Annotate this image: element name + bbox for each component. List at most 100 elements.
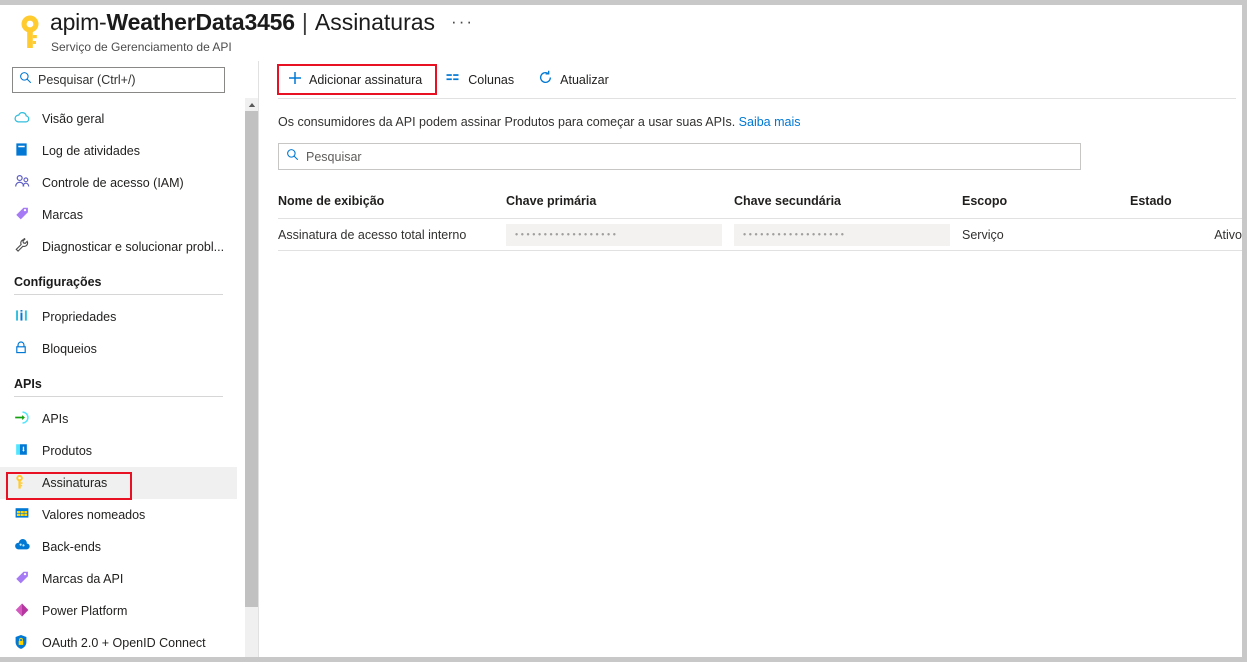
activity-log-icon bbox=[14, 142, 36, 160]
add-subscription-label: Adicionar assinatura bbox=[309, 73, 423, 87]
resource-type-subtitle: Serviço de Gerenciamento de API bbox=[51, 40, 232, 54]
subscriptions-table: Nome de exibição Chave primária Chave se… bbox=[278, 190, 1242, 251]
cell-state: Ativo bbox=[1130, 218, 1242, 251]
sidebar-item-propriedades[interactable]: Propriedades bbox=[0, 301, 237, 333]
column-header-secondary[interactable]: Chave secundária bbox=[734, 190, 962, 219]
cell-primary-key: •••••••••••••••••• bbox=[506, 218, 734, 251]
sidebar-item-label: Diagnosticar e solucionar probl... bbox=[42, 240, 225, 254]
description-body: Os consumidores da API podem assinar Pro… bbox=[278, 115, 736, 129]
table-header-row: Nome de exibição Chave primária Chave se… bbox=[278, 190, 1242, 219]
learn-more-link[interactable]: Saiba mais bbox=[739, 115, 801, 129]
sidebar-gutter bbox=[237, 98, 245, 657]
backend-cloud-icon bbox=[14, 538, 36, 556]
sidebar-search-wrap bbox=[0, 61, 237, 93]
wrench-icon bbox=[14, 237, 36, 256]
blade-sidebar: « Visão geral Log de atividades bbox=[0, 61, 237, 657]
sidebar-divider bbox=[14, 396, 223, 397]
sidebar-item-label: Visão geral bbox=[42, 112, 105, 126]
title-separator: | bbox=[301, 9, 308, 35]
sidebar-item-label: Marcas da API bbox=[42, 572, 124, 586]
sidebar-item-controle-de-acesso[interactable]: Controle de acesso (IAM) bbox=[0, 167, 237, 199]
refresh-button[interactable]: Atualizar bbox=[529, 66, 618, 94]
sidebar-item-valores-nomeados[interactable]: Valores nomeados bbox=[0, 499, 237, 531]
plus-icon bbox=[288, 71, 302, 90]
sidebar-item-label: APIs bbox=[42, 412, 69, 426]
description-text: Os consumidores da API podem assinar Pro… bbox=[259, 99, 1242, 129]
sidebar-item-label: Marcas bbox=[42, 208, 83, 222]
power-platform-icon bbox=[14, 602, 36, 620]
sidebar-item-marcas[interactable]: Marcas bbox=[0, 199, 237, 231]
filter-search-box[interactable] bbox=[278, 143, 1081, 170]
search-icon bbox=[19, 71, 32, 89]
scrollbar-thumb[interactable] bbox=[245, 111, 258, 607]
sidebar-item-diagnosticar[interactable]: Diagnosticar e solucionar probl... bbox=[0, 231, 237, 263]
shield-lock-icon bbox=[14, 634, 36, 652]
columns-button[interactable]: Colunas bbox=[437, 66, 523, 94]
sidebar-group-title-configuracoes: Configurações bbox=[14, 275, 102, 289]
sidebar-item-visao-geral[interactable]: Visão geral bbox=[0, 103, 237, 135]
resource-name: WeatherData3456 bbox=[106, 9, 296, 35]
key-icon bbox=[14, 474, 36, 492]
column-header-scope[interactable]: Escopo bbox=[962, 190, 1130, 219]
sidebar-item-label: Power Platform bbox=[42, 604, 128, 618]
cell-secondary-key: •••••••••••••••••• bbox=[734, 218, 962, 251]
blade-name: Assinaturas bbox=[314, 9, 436, 35]
masked-dots: •••••••••••••••••• bbox=[743, 229, 847, 239]
column-header-primary[interactable]: Chave primária bbox=[506, 190, 734, 219]
sidebar-item-oauth-openid[interactable]: OAuth 2.0 + OpenID Connect bbox=[0, 627, 237, 657]
sidebar-item-label: Bloqueios bbox=[42, 342, 97, 356]
command-bar-underline bbox=[278, 98, 1236, 99]
blade-content: Adicionar assinatura Colunas Atualizar O… bbox=[259, 61, 1242, 657]
column-header-name[interactable]: Nome de exibição bbox=[278, 190, 506, 219]
search-icon bbox=[286, 148, 299, 166]
sidebar-item-label: Produtos bbox=[42, 444, 93, 458]
more-menu-button[interactable]: ··· bbox=[451, 13, 474, 30]
cell-display-name: Assinatura de acesso total interno bbox=[278, 218, 506, 251]
search-input[interactable] bbox=[38, 73, 218, 87]
columns-icon bbox=[446, 71, 461, 89]
sidebar-search-box[interactable] bbox=[12, 67, 225, 93]
cloud-icon bbox=[14, 110, 36, 128]
sidebar-item-label: Valores nomeados bbox=[42, 508, 146, 522]
masked-primary-key[interactable]: •••••••••••••••••• bbox=[506, 223, 722, 246]
sidebar-item-bloqueios[interactable]: Bloqueios bbox=[0, 333, 237, 365]
lock-icon bbox=[14, 340, 36, 358]
column-header-state[interactable]: Estado bbox=[1130, 190, 1242, 219]
sidebar-item-marcas-da-api[interactable]: Marcas da API bbox=[0, 563, 237, 595]
refresh-label: Atualizar bbox=[560, 73, 609, 87]
masked-dots: •••••••••••••••••• bbox=[515, 229, 619, 239]
cell-scope: Serviço bbox=[962, 218, 1130, 251]
apis-icon bbox=[14, 410, 36, 428]
sidebar-item-assinaturas[interactable]: Assinaturas bbox=[0, 467, 237, 499]
sidebar-item-label: Controle de acesso (IAM) bbox=[42, 176, 184, 190]
table-row[interactable]: Assinatura de acesso total interno •••••… bbox=[278, 218, 1242, 251]
products-icon bbox=[14, 442, 36, 460]
refresh-icon bbox=[538, 70, 553, 90]
azure-portal-blade: apim-WeatherData3456 | Assinaturas ··· S… bbox=[0, 0, 1247, 662]
sidebar-item-power-platform[interactable]: Power Platform bbox=[0, 595, 237, 627]
masked-secondary-key[interactable]: •••••••••••••••••• bbox=[734, 223, 950, 246]
add-subscription-button[interactable]: Adicionar assinatura bbox=[279, 66, 431, 94]
resource-name-prefix: apim- bbox=[50, 9, 107, 35]
tag-icon bbox=[14, 206, 36, 224]
sidebar-item-produtos[interactable]: Produtos bbox=[0, 435, 237, 467]
sidebar-item-log-de-atividades[interactable]: Log de atividades bbox=[0, 135, 237, 167]
access-control-icon bbox=[14, 174, 36, 192]
properties-icon bbox=[14, 308, 36, 326]
sidebar-group-title-apis: APIs bbox=[14, 377, 42, 391]
sidebar-item-label: Assinaturas bbox=[42, 476, 108, 490]
sidebar-item-back-ends[interactable]: Back-ends bbox=[0, 531, 237, 563]
sidebar-nav: Visão geral Log de atividades Controle d… bbox=[0, 103, 237, 657]
filter-input[interactable] bbox=[306, 149, 1073, 164]
sidebar-item-label: OAuth 2.0 + OpenID Connect bbox=[42, 636, 206, 650]
filter-wrap bbox=[259, 129, 1242, 170]
sidebar-item-label: Back-ends bbox=[42, 540, 102, 554]
sidebar-item-apis[interactable]: APIs bbox=[0, 403, 237, 435]
scroll-up-arrow-icon[interactable] bbox=[245, 99, 258, 110]
sidebar-divider bbox=[14, 294, 223, 295]
sidebar-scrollbar[interactable] bbox=[245, 98, 258, 657]
command-bar: Adicionar assinatura Colunas Atualizar bbox=[259, 61, 1242, 99]
blade-header: apim-WeatherData3456 | Assinaturas ··· S… bbox=[0, 5, 1242, 57]
named-values-icon bbox=[14, 506, 36, 524]
page-title: apim-WeatherData3456 bbox=[50, 9, 295, 36]
